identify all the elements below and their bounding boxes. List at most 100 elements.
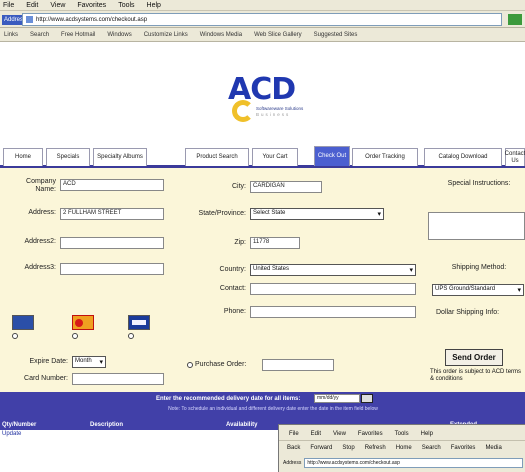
overlay-menu-view[interactable]: View (333, 431, 346, 437)
link-search[interactable]: Search (30, 32, 49, 38)
shipping-method-label: Shipping Method: (451, 264, 507, 271)
expire-label: Expire Date: (29, 358, 68, 365)
links-label: Links (4, 31, 19, 38)
company-field[interactable]: ACD (60, 179, 164, 191)
dollar-shipping-label: Dollar Shipping Info: (436, 309, 500, 316)
tab-product-search[interactable]: Product Search (185, 148, 249, 166)
dropdown-arrow-icon: ▾ (517, 287, 521, 294)
amex-radio[interactable] (12, 333, 18, 339)
special-instructions-textarea[interactable] (428, 212, 525, 240)
link-customize[interactable]: Customize Links (144, 32, 188, 38)
state-label: State/Province: (198, 210, 246, 217)
refresh-button[interactable]: Refresh (365, 445, 386, 451)
dropdown-arrow-icon: ▾ (377, 211, 381, 218)
update-link[interactable]: Update (2, 431, 21, 437)
link-windows[interactable]: Windows (107, 32, 131, 38)
menu-tools[interactable]: Tools (118, 2, 134, 9)
phone-field[interactable] (250, 306, 416, 318)
menu-file[interactable]: File (3, 2, 14, 9)
dropdown-arrow-icon: ▾ (409, 267, 413, 274)
media-button[interactable]: Media (485, 445, 501, 451)
page-icon (26, 16, 33, 23)
menu-help[interactable]: Help (147, 2, 161, 9)
address3-field[interactable] (60, 263, 164, 275)
overlay-toolbar: Back Forward Stop Refresh Home Search Fa… (279, 440, 525, 455)
link-windows-media[interactable]: Windows Media (200, 32, 242, 38)
logo-swirl-icon (232, 100, 254, 122)
calendar-button[interactable] (361, 394, 373, 403)
expire-select[interactable]: Month ▾ (72, 356, 106, 368)
col-header-availability: Availability (226, 422, 258, 428)
browser-menu-bar: File Edit View Favorites Tools Help (0, 0, 525, 11)
stop-button[interactable]: Stop (342, 445, 354, 451)
amex-card-icon (12, 315, 34, 330)
send-order-button[interactable]: Send Order (445, 349, 503, 366)
nav-tabs: Home Specials Specialty Albums Product S… (0, 146, 525, 168)
overlay-menu-bar: File Edit View Favorites Tools Help (279, 428, 525, 440)
tab-specials[interactable]: Specials (46, 148, 90, 166)
address-input[interactable]: http://www.acdsystems.com/checkout.asp (22, 13, 502, 26)
country-select[interactable]: United States ▾ (250, 264, 416, 276)
tab-contact-us[interactable]: Contact Us (505, 148, 525, 166)
state-value: Select State (253, 210, 286, 216)
tab-catalog-download[interactable]: Catalog Download (424, 148, 502, 166)
overlay-menu-file[interactable]: File (289, 431, 299, 437)
go-button[interactable] (508, 14, 522, 25)
back-button[interactable]: Back (287, 445, 300, 451)
menu-favorites[interactable]: Favorites (77, 2, 106, 9)
favorites-button[interactable]: Favorites (451, 445, 476, 451)
menu-view[interactable]: View (50, 2, 65, 9)
card-number-label: Card Number: (24, 375, 68, 382)
delivery-prompt: Enter the recommended delivery date for … (156, 396, 301, 402)
tab-check-out[interactable]: Check Out (314, 146, 350, 166)
shipping-value: UPS Ground/Standard (435, 286, 496, 292)
card-number-field[interactable] (72, 373, 164, 385)
link-web-slice[interactable]: Web Slice Gallery (254, 32, 302, 38)
overlay-menu-edit[interactable]: Edit (311, 431, 321, 437)
visa-radio[interactable] (128, 333, 134, 339)
col-header-description: Description (90, 422, 124, 428)
mastercard-radio[interactable] (72, 333, 78, 339)
state-select[interactable]: Select State ▾ (250, 208, 384, 220)
tab-your-cart[interactable]: Your Cart (252, 148, 298, 166)
city-field[interactable]: CARDIGAN (250, 181, 322, 193)
address2-label: Address2: (24, 238, 56, 245)
address-field[interactable]: 2 FULLHAM STREET (60, 208, 164, 220)
overlay-browser-window[interactable]: File Edit View Favorites Tools Help Back… (278, 424, 525, 472)
acd-logo: ACD Softwareware Solutions Business (222, 62, 304, 132)
tab-order-tracking[interactable]: Order Tracking (352, 148, 418, 166)
menu-edit[interactable]: Edit (26, 2, 38, 9)
delivery-date-field[interactable]: mm/dd/yy (314, 394, 360, 403)
city-label: City: (232, 183, 246, 190)
link-suggested[interactable]: Suggested Sites (314, 32, 358, 38)
logo-tagline: Softwareware Solutions (256, 106, 304, 111)
address-label: Address: (28, 209, 56, 216)
overlay-address-label: Address (283, 460, 302, 466)
zip-field[interactable]: 11778 (250, 237, 300, 249)
overlay-address-bar: Address http://www.acdsystems.com/checko… (283, 457, 523, 469)
address2-field[interactable] (60, 237, 164, 249)
overlay-address-input[interactable]: http://www.acdsystems.com/checkout.asp (304, 458, 523, 468)
purchase-order-radio[interactable] (187, 362, 193, 368)
mastercard-icon (72, 315, 94, 330)
purchase-order-field[interactable] (262, 359, 334, 371)
phone-label: Phone: (223, 308, 246, 315)
home-button[interactable]: Home (396, 445, 412, 451)
shipping-method-select[interactable]: UPS Ground/Standard ▾ (432, 284, 524, 296)
overlay-menu-tools[interactable]: Tools (395, 431, 409, 437)
country-value: United States (253, 266, 290, 272)
overlay-menu-help[interactable]: Help (421, 431, 433, 437)
special-instructions-label: Special Instructions: (447, 180, 511, 187)
overlay-menu-favorites[interactable]: Favorites (358, 431, 383, 437)
tab-home[interactable]: Home (3, 148, 43, 166)
tab-specialty-albums[interactable]: Specialty Albums (93, 148, 147, 166)
send-order-note: This order is subject to ACD terms & con… (430, 369, 522, 382)
col-header-qty: Qty/Number (2, 422, 37, 428)
search-button[interactable]: Search (422, 445, 441, 451)
links-bar: Links Search Free Hotmail Windows Custom… (0, 28, 525, 42)
link-hotmail[interactable]: Free Hotmail (61, 32, 95, 38)
visa-card-icon (128, 315, 150, 330)
company-label: Company Name: (26, 178, 56, 193)
contact-field[interactable] (250, 283, 416, 295)
forward-button[interactable]: Forward (310, 445, 332, 451)
